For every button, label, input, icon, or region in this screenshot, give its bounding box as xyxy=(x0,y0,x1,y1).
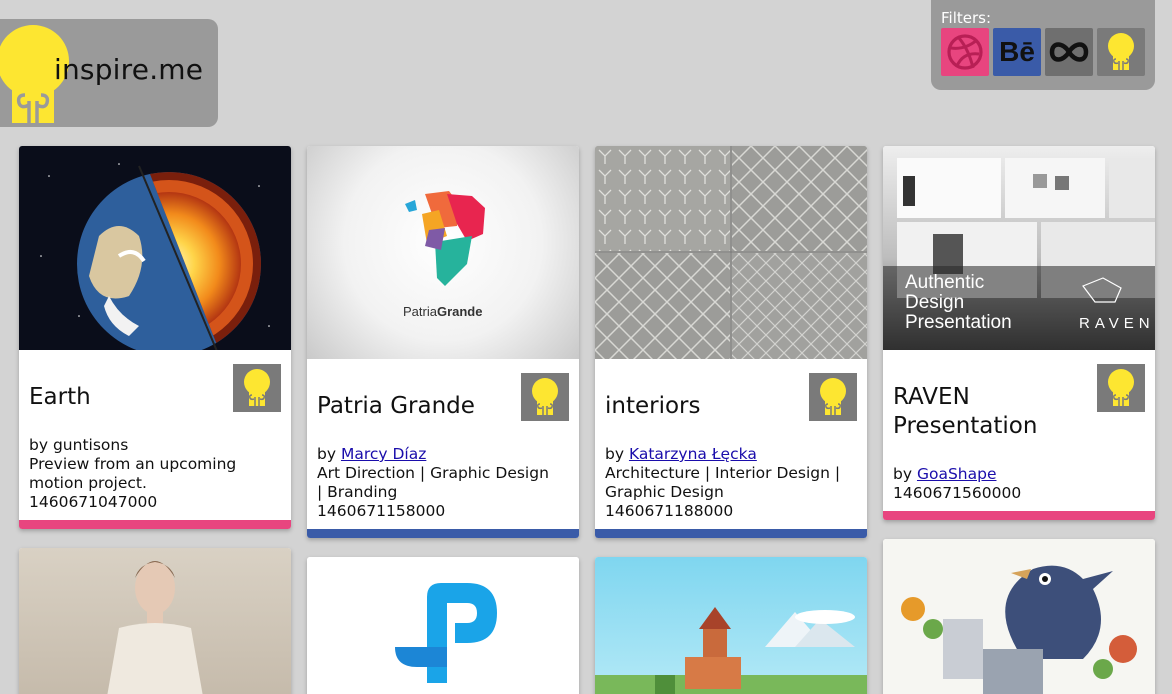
card-pigeon[interactable] xyxy=(883,539,1155,694)
card-image[interactable]: PatriaGrande xyxy=(307,146,579,359)
card-image[interactable] xyxy=(19,548,291,694)
card-title: RAVEN Presentation xyxy=(893,384,1038,439)
raven-presentation-image: Authentic Design Presentation RAVEN xyxy=(883,158,1155,350)
card-body: Earth by guntisons Preview from an upcom… xyxy=(19,350,291,512)
card-author: by GoaShape xyxy=(893,465,997,483)
card-image[interactable] xyxy=(595,146,867,359)
card-earth[interactable]: Earth by guntisons Preview from an upcom… xyxy=(19,146,291,529)
card-timestamp: 1460671047000 xyxy=(29,493,158,511)
author-name: guntisons xyxy=(52,436,129,454)
filters-panel: Filters: Bē xyxy=(931,0,1155,90)
svg-text:RAVEN: RAVEN xyxy=(1079,315,1155,332)
card-body: RAVEN Presentation by GoaShape 146067156… xyxy=(883,350,1155,503)
lightbulb-icon xyxy=(1108,369,1134,406)
card-image[interactable]: Authentic Design Presentation RAVEN xyxy=(883,146,1155,350)
card-fashion[interactable] xyxy=(19,548,291,694)
infinity-icon xyxy=(1049,42,1089,62)
castle-illustration-image xyxy=(595,607,867,694)
card-author: by Marcy Díaz xyxy=(317,445,427,463)
card-timestamp: 1460671560000 xyxy=(893,484,1022,502)
source-color-bar xyxy=(595,529,867,538)
card-image[interactable] xyxy=(595,557,867,694)
lightbulb-icon xyxy=(244,369,270,406)
source-color-bar xyxy=(19,520,291,529)
author-link[interactable]: Marcy Díaz xyxy=(341,445,426,463)
dribbble-icon xyxy=(947,34,983,70)
source-badge[interactable] xyxy=(521,373,569,421)
lightbulb-icon xyxy=(1108,33,1134,70)
lightbulb-icon xyxy=(532,378,558,415)
svg-text:PatriaGrande: PatriaGrande xyxy=(403,304,482,319)
svg-text:Design: Design xyxy=(905,292,964,313)
card-body: interiors by Katarzyna Łęcka Architectur… xyxy=(595,359,867,521)
svg-text:Authentic: Authentic xyxy=(905,272,984,293)
pigeon-city-illustration-image xyxy=(901,565,1137,694)
filter-inspire-button[interactable] xyxy=(1097,28,1145,76)
source-badge[interactable] xyxy=(809,373,857,421)
card-raven-presentation[interactable]: Authentic Design Presentation RAVEN RAVE… xyxy=(883,146,1155,520)
source-color-bar xyxy=(883,511,1155,520)
card-body: Patria Grande by Marcy Díaz Art Directio… xyxy=(307,359,579,521)
card-description: Art Direction | Graphic Design | Brandin… xyxy=(317,464,549,501)
card-logo-p[interactable] xyxy=(307,557,579,694)
source-badge[interactable] xyxy=(233,364,281,412)
earth-image xyxy=(40,163,270,350)
filter-dribbble-button[interactable] xyxy=(941,28,989,76)
interiors-tiles-image xyxy=(595,146,867,359)
card-author: by guntisons xyxy=(29,436,129,454)
card-interiors[interactable]: interiors by Katarzyna Łęcka Architectur… xyxy=(595,146,867,538)
card-image[interactable] xyxy=(883,539,1155,694)
filter-behance-button[interactable]: Bē xyxy=(993,28,1041,76)
card-image[interactable] xyxy=(307,557,579,694)
card-timestamp: 1460671158000 xyxy=(317,502,446,520)
source-badge[interactable] xyxy=(1097,364,1145,412)
source-color-bar xyxy=(307,529,579,538)
card-castle[interactable] xyxy=(595,557,867,694)
card-description: Preview from an upcoming motion project. xyxy=(29,455,237,492)
author-link[interactable]: GoaShape xyxy=(917,465,997,483)
svg-text:Presentation: Presentation xyxy=(905,312,1012,333)
card-author: by Katarzyna Łęcka xyxy=(605,445,757,463)
lightbulb-icon xyxy=(820,378,846,415)
logo-text: inspire.me xyxy=(54,53,204,86)
author-link[interactable]: Katarzyna Łęcka xyxy=(629,445,757,463)
logo[interactable]: inspire.me xyxy=(0,19,218,127)
card-timestamp: 1460671188000 xyxy=(605,502,734,520)
filter-infinity-button[interactable] xyxy=(1045,28,1093,76)
card-description: Architecture | Interior Design | Graphic… xyxy=(605,464,841,501)
card-patria-grande[interactable]: PatriaGrande Patria Grande by Marcy Díaz… xyxy=(307,146,579,538)
blue-p-logo-image xyxy=(395,583,497,683)
patria-grande-logo-image: PatriaGrande xyxy=(403,191,485,319)
fashion-model-image xyxy=(107,561,203,694)
behance-icon: Bē xyxy=(999,36,1035,67)
filters-label: Filters: xyxy=(941,9,992,27)
card-image[interactable] xyxy=(19,146,291,350)
